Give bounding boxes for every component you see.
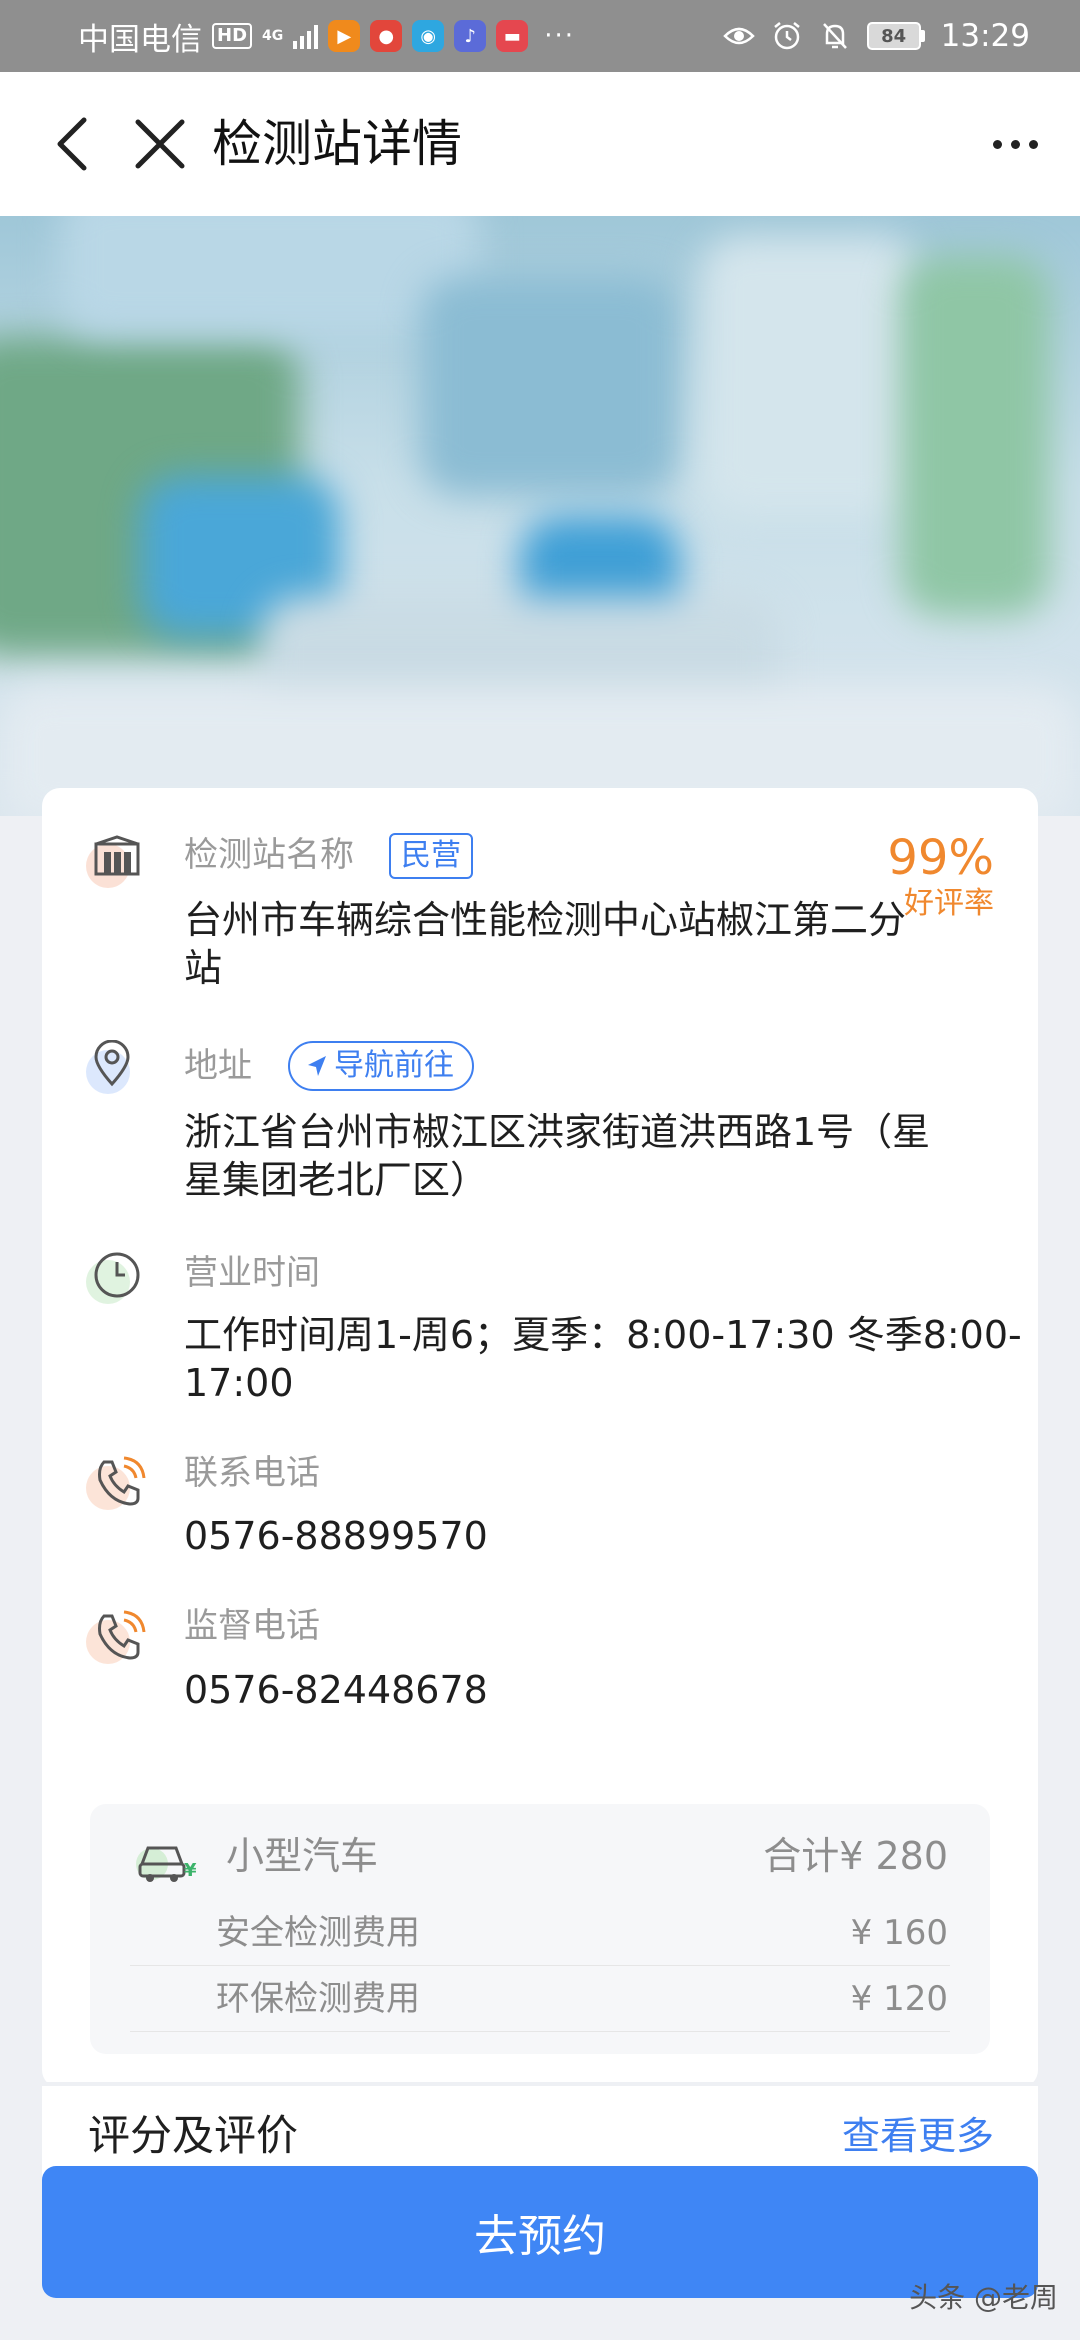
page-title: 检测站详情 — [212, 115, 462, 173]
fee-item-price: ¥ 120 — [850, 1979, 948, 2019]
close-icon — [135, 119, 185, 169]
huawei-app-icon: ▬ — [496, 20, 529, 52]
fee-item: 安全检测费用 ¥ 160 — [130, 1900, 950, 1966]
supervision-phone-section: 监督电话 0576-82448678 — [42, 788, 1038, 1712]
rating-label: 好评率 — [904, 886, 994, 921]
station-info-card: 检测站名称 民营 台州市车辆综合性能检测中心站椒江第二分站 99% 好评率 地址… — [42, 788, 1038, 2088]
more-options-button[interactable] — [980, 112, 1050, 176]
bell-off-icon — [819, 20, 851, 52]
ownership-tag: 民营 — [389, 833, 473, 879]
rating-block: 99% 好评率 — [887, 830, 994, 922]
status-right: 84 13:29 — [722, 18, 1030, 54]
eye-icon — [722, 20, 755, 52]
video-app-icon: ▶ — [328, 20, 361, 52]
network-type: 4G — [262, 28, 284, 44]
navigate-label: 导航前往 — [334, 1048, 454, 1083]
contact-phone-label: 联系电话 — [184, 1453, 320, 1493]
book-appointment-button[interactable]: 去预约 — [42, 2166, 1038, 2298]
battery-icon: 84 — [866, 22, 925, 50]
fee-box: ¥ 小型汽车 合计¥ 280 安全检测费用 ¥ 160 环保检测费用 ¥ 120 — [90, 1804, 990, 2054]
hours-value: 工作时间周1-周6；夏季：8:00-17:30 冬季8:00-17:00 — [184, 1313, 1022, 1405]
supervision-phone-value[interactable]: 0576-82448678 — [184, 1666, 944, 1714]
phone-icon — [86, 1456, 146, 1516]
reviews-more-link[interactable]: 查看更多 — [842, 2106, 994, 2166]
clock: 13:29 — [940, 18, 1030, 54]
station-name-label: 检测站名称 — [184, 835, 354, 875]
fee-item: 环保检测费用 ¥ 120 — [130, 1966, 950, 2032]
more-notifications-icon: ··· — [544, 21, 576, 51]
navigate-button[interactable]: 导航前往 — [288, 1041, 474, 1091]
vehicle-type: 小型汽车 — [226, 1834, 379, 1878]
contact-phone-value[interactable]: 0576-88899570 — [184, 1512, 944, 1560]
chevron-left-icon — [57, 117, 87, 171]
music-app-icon: ♪ — [454, 20, 487, 52]
station-name: 台州市车辆综合性能检测中心站椒江第二分站 — [184, 898, 907, 990]
svg-text:¥: ¥ — [184, 1860, 197, 1881]
status-bar: 中国电信 HD 4G ▶ ● ◉ ♪ ▬ ··· 84 13:29 — [0, 0, 1080, 72]
close-button[interactable] — [128, 112, 192, 176]
back-button[interactable] — [40, 112, 104, 176]
hd-badge: HD — [212, 23, 253, 49]
address-label: 地址 — [184, 1046, 252, 1086]
more-dot — [992, 139, 1002, 149]
watermark: 头条 @老周 — [909, 2281, 1058, 2314]
fee-item-name: 安全检测费用 — [216, 1913, 420, 1953]
clock-icon — [86, 1250, 146, 1310]
battery-level: 84 — [866, 22, 921, 50]
signal-icon — [293, 23, 319, 49]
fee-item-name: 环保检测费用 — [216, 1979, 420, 2019]
fee-total: 合计¥ 280 — [763, 1834, 948, 1878]
more-dot — [1010, 139, 1020, 149]
more-dot — [1028, 139, 1038, 149]
reviews-title: 评分及评价 — [88, 2111, 299, 2160]
hours-label: 营业时间 — [184, 1253, 320, 1293]
alarm-icon — [771, 20, 803, 52]
cat-app-icon: ● — [370, 20, 403, 52]
lightbulb-app-icon: ◉ — [412, 20, 445, 52]
supervision-phone-label: 监督电话 — [184, 1606, 320, 1646]
title-bar: 检测站详情 — [0, 72, 1080, 216]
car-icon: ¥ — [134, 1834, 198, 1886]
carrier-name: 中国电信 — [78, 21, 202, 58]
navigation-arrow-icon — [308, 1056, 326, 1076]
address-value: 浙江省台州市椒江区洪家街道洪西路1号（星星集团老北厂区） — [184, 1110, 931, 1202]
phone-icon — [86, 1610, 146, 1670]
fee-item-price: ¥ 160 — [850, 1913, 948, 1953]
station-photo — [0, 216, 1080, 816]
building-icon — [86, 834, 146, 894]
status-left: 中国电信 HD 4G ▶ ● ◉ ♪ ▬ ··· — [78, 14, 575, 59]
station-name-section: 检测站名称 民营 台州市车辆综合性能检测中心站椒江第二分站 99% 好评率 — [42, 788, 1038, 990]
location-pin-icon — [86, 1040, 146, 1100]
rating-percent: 99% — [887, 830, 994, 886]
